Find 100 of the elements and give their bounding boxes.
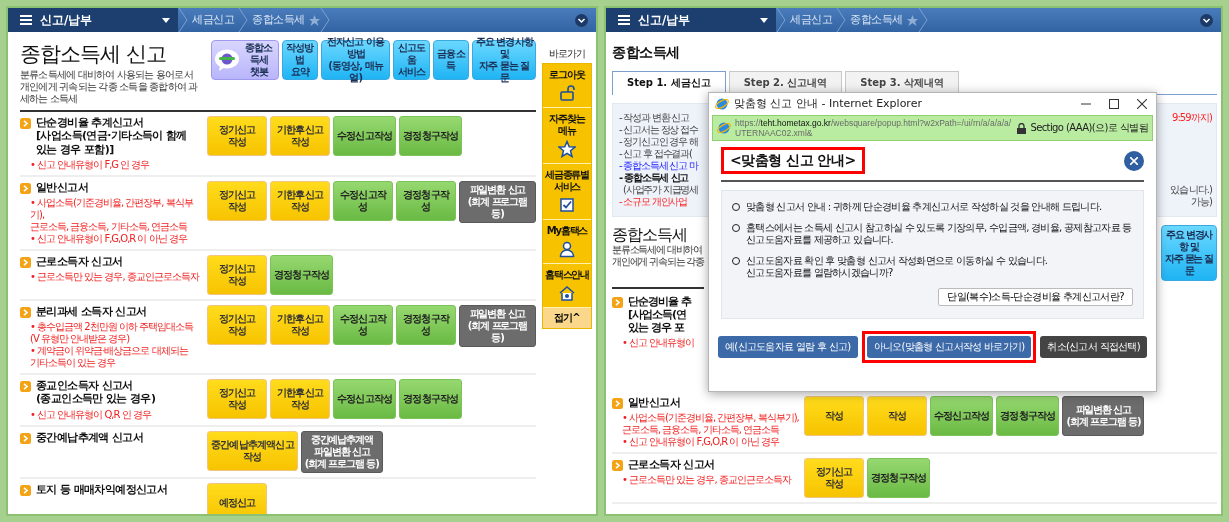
filing-button[interactable]: 정기신고 작성 — [207, 254, 267, 295]
star-icon[interactable] — [906, 14, 918, 26]
checkbox-icon — [558, 196, 576, 214]
filing-button[interactable]: 경정청구작성 — [396, 180, 456, 221]
notice-text: - 정기신고인 경우 해 — [619, 135, 699, 148]
filing-button[interactable]: 작성 — [867, 396, 927, 436]
filing-button[interactable]: 정기신고 작성 — [207, 180, 267, 221]
filing-button[interactable]: 정기신고 작성 — [207, 304, 267, 345]
section-title: 일반신고서 — [36, 180, 88, 194]
notice-text: (사업주가 지급명세 — [622, 183, 700, 196]
quick-menu-title: 바로가기 — [548, 48, 586, 60]
notice-text: - 종합소득세 신고 마 — [619, 159, 700, 172]
filing-button[interactable]: 파일변환 신고 (회계 프로그램 등) — [1062, 396, 1145, 436]
arrow-bullet-icon — [20, 381, 31, 393]
notice-text: - 종합소득세 신고 — [619, 171, 690, 184]
help-button[interactable]: 단일(복수)소득-단순경비율 추계신고서란? — [938, 288, 1133, 307]
section-title: 근로소득자 신고서 — [628, 458, 715, 472]
menu-dropdown[interactable]: 신고/납부 — [606, 8, 776, 32]
note-text: • 신고 안내유형이 F,G,O,R 이 아닌 경우 — [621, 436, 781, 449]
message-text: 맞춤형 신고서 안내 : 귀하께 단순경비율 추계신고서로 작성하실 것을 안내해 드립니다. — [746, 201, 1102, 214]
filing-button[interactable]: 수정신고작성 — [333, 116, 397, 157]
dialog-button[interactable]: 취소(신고서 직접선택) — [1040, 336, 1147, 359]
filing-button[interactable]: 기한후신고 작성 — [270, 379, 330, 420]
note-text: • 신고 안내유형이 — [621, 337, 696, 350]
menu-icon — [618, 15, 630, 25]
filing-button[interactable]: 파일변환 신고 (회계 프로그램 등) — [459, 180, 536, 223]
filing-button[interactable]: 기한후신고 작성 — [270, 304, 330, 345]
url-text: https://teht.hometax.go.kr/websquare/popup.html?w2xPath=/ui/rn/a/a/a/a/UTERNAAC02.xml& — [735, 118, 1013, 139]
filing-button[interactable]: 수정신고작성 — [333, 180, 393, 221]
arrow-bullet-icon — [20, 306, 31, 318]
note-text: • 근로소득만 있는 경우, 종교인근로소득자 — [621, 474, 793, 487]
page-description: 분류소득세에 대비하여 사용되는 용어로서 개인에게 귀속되는 각종 소득을 종합하여 과세하는 소득세 — [20, 69, 199, 106]
filing-button[interactable]: 중간예납추계액 파일변환 신고 (회계 프로그램 등) — [300, 430, 383, 473]
quick-menu-item[interactable]: 세금종류별 서비스 — [543, 164, 591, 220]
arrow-bullet-icon — [20, 484, 31, 496]
filing-button[interactable]: 중간예납추계액신고 작성 — [207, 430, 298, 471]
filing-button[interactable]: 정기신고 작성 — [207, 116, 267, 157]
popup-heading: <맞춤형 신고 안내> — [721, 147, 865, 175]
dialog-button[interactable]: 아니오(맞춤형 신고서작성 바로가기) — [866, 336, 1032, 359]
dialog-button[interactable]: 예(신고도움자료 열람 후 신고) — [718, 336, 858, 359]
menu-button[interactable]: 신고도움 서비스 — [393, 40, 430, 80]
tab[interactable]: Step 2. 신고내역 — [728, 70, 843, 94]
breadcrumb-link[interactable]: 세금신고 — [786, 13, 836, 27]
menu-button[interactable]: 주요 변경사항 및 자주 묻는 질문 — [1161, 224, 1217, 281]
chevron-divider — [836, 8, 846, 32]
filing-button[interactable]: 경정청구작성 — [867, 458, 931, 499]
quick-menu-item[interactable]: 로그아웃 — [543, 64, 591, 108]
filing-button[interactable]: 파일변환 신고 (회계 프로그램 등) — [459, 304, 536, 347]
breadcrumb-link[interactable]: 종합소득세 — [248, 13, 309, 27]
filing-button[interactable]: 경정청구작성 — [399, 116, 463, 157]
chatbot-button[interactable]: 종합소득세 챗봇 — [211, 40, 279, 80]
expand-icon[interactable] — [1200, 13, 1213, 27]
filing-button[interactable]: 수정신고작성 — [930, 396, 994, 436]
star-icon — [558, 140, 576, 158]
quick-menu-item[interactable]: My홈택스 — [543, 220, 591, 264]
expand-icon[interactable] — [575, 13, 588, 27]
section-title: 토지 등 매매차익예정신고서 — [36, 482, 168, 496]
section-title: 중간예납추계액 신고서 — [36, 430, 144, 444]
browser-icon — [715, 97, 729, 111]
menu-icon — [20, 15, 32, 25]
chevron-divider — [776, 8, 786, 32]
maximize-icon — [1109, 99, 1119, 109]
notice-text: 가능) — [1189, 195, 1212, 208]
collapse-button[interactable]: 접기^ — [543, 308, 591, 328]
close-icon — [1137, 99, 1147, 109]
breadcrumb-link[interactable]: 종합소득세 — [846, 13, 907, 27]
caret-icon — [760, 17, 768, 23]
notice-text: - 신고서는 정상 접수 — [619, 123, 700, 136]
note-text: • 계약금이 위약금·배상금으로 대체되는 기타소득이 있는 경우 — [29, 345, 190, 370]
section-title: 근로소득자 신고서 — [36, 254, 123, 269]
note-text: • 사업소득(기준경비율, 간편장부, 복식부기), 근로소득, 금융소득, 기타소득, 연금소득 — [621, 412, 800, 437]
tab[interactable]: Step 1. 세금신고 — [612, 70, 726, 95]
menu-dropdown[interactable]: 신고/납부 — [8, 8, 178, 32]
filing-button[interactable]: 정기신고 작성 — [207, 379, 267, 420]
filing-button[interactable]: 경정청구작성 — [396, 304, 456, 345]
menu-button[interactable]: 작성방법 요약 — [281, 40, 319, 80]
menu-button[interactable]: 금융소득 — [432, 40, 470, 80]
filing-button[interactable]: 예정신고 — [207, 482, 267, 514]
star-icon[interactable] — [308, 14, 320, 26]
tab[interactable]: Step 3. 삭제내역 — [845, 70, 959, 94]
filing-button[interactable]: 작성 — [804, 396, 864, 436]
quick-menu-item[interactable]: 자주찾는 메뉴 — [543, 108, 591, 164]
arrow-bullet-icon — [20, 182, 31, 194]
filing-button[interactable]: 경정청구작성 — [399, 379, 463, 420]
filing-button[interactable]: 기한후신고 작성 — [270, 116, 330, 157]
filing-button[interactable]: 경정청구작성 — [996, 396, 1060, 436]
arrow-bullet-icon — [612, 398, 623, 409]
arrow-bullet-icon — [612, 460, 623, 472]
close-button[interactable] — [1124, 150, 1144, 171]
filing-button[interactable]: 수정신고작성 — [333, 304, 393, 345]
filing-button[interactable]: 정기신고 작성 — [804, 458, 864, 499]
arrow-bullet-icon — [20, 432, 31, 444]
message-text: 신고도움자료 확인 후 맞춤형 신고서 작성화면으로 이동하실 수 있습니다. 신고도움자료를 열람하시겠습니까? — [746, 255, 1048, 280]
breadcrumb-link[interactable]: 세금신고 — [188, 13, 238, 27]
filing-button[interactable]: 수정신고작성 — [333, 379, 397, 420]
note-text: • 신고 안내유형이 F,G 인 경우 — [29, 158, 151, 171]
lock-icon — [1017, 122, 1027, 134]
filing-button[interactable]: 경정청구작성 — [270, 254, 334, 295]
filing-button[interactable]: 기한후신고 작성 — [270, 180, 330, 221]
notice-text: - 소규모 개인사업 — [619, 195, 688, 208]
